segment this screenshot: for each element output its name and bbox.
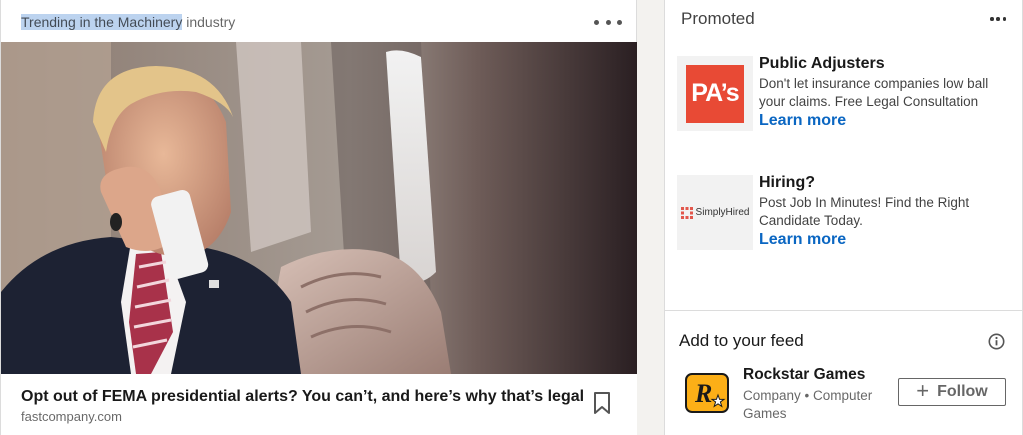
feed-card: Trending in the Machinery industry Opt o…: [0, 0, 637, 435]
add-to-feed-heading: Add to your feed: [679, 331, 804, 350]
article-source: fastcompany.com: [21, 409, 122, 424]
article-image[interactable]: [1, 42, 637, 374]
learn-more-link[interactable]: Learn more: [759, 231, 846, 249]
promoted-more-icon[interactable]: [990, 12, 1006, 26]
simplyhired-mark-icon: [680, 206, 693, 219]
ad-logo[interactable]: PA’s: [677, 56, 753, 131]
suggestion-subtitle: Company • Computer Games: [743, 388, 873, 421]
divider: [665, 310, 1022, 311]
simplyhired-logo: SimplyHired: [680, 206, 750, 219]
ad-logo[interactable]: SimplyHired: [677, 175, 753, 250]
ad-public-adjusters[interactable]: PA’s Public Adjusters Don't let insuranc…: [677, 55, 1012, 135]
article-photo: [1, 42, 637, 374]
article-title[interactable]: Opt out of FEMA presidential alerts? You…: [21, 388, 591, 406]
ad-description: Post Job In Minutes! Find the Right Cand…: [759, 195, 970, 228]
bookmark-icon[interactable]: [592, 391, 612, 415]
trending-highlighted-text: Trending in the Machinery: [21, 14, 183, 30]
article-footer[interactable]: Opt out of FEMA presidential alerts? You…: [1, 374, 637, 435]
ad-simplyhired[interactable]: SimplyHired Hiring? Post Job In Minutes!…: [677, 174, 1012, 254]
info-icon[interactable]: [988, 333, 1005, 350]
simplyhired-logo-text: SimplyHired: [695, 207, 750, 218]
follow-button[interactable]: + Follow: [898, 378, 1006, 406]
ad-description: Don't let insurance companies low ball y…: [759, 76, 989, 109]
trending-label: Trending in the Machinery industry: [21, 14, 235, 30]
ad-name[interactable]: Public Adjusters: [759, 55, 885, 73]
rockstar-logo[interactable]: R: [685, 373, 729, 413]
right-rail: Promoted PA’s Public Adjusters Don't let…: [664, 0, 1023, 435]
follow-button-label: Follow: [937, 383, 988, 400]
plus-icon: +: [916, 378, 930, 403]
page: Trending in the Machinery industry Opt o…: [0, 0, 1023, 435]
ad-name[interactable]: Hiring?: [759, 174, 815, 192]
learn-more-link[interactable]: Learn more: [759, 112, 846, 130]
trending-industry-text: industry: [182, 14, 236, 30]
rockstar-logo-letter: R: [694, 379, 712, 408]
card-header: Trending in the Machinery industry: [1, 0, 636, 42]
more-options-icon[interactable]: [594, 12, 622, 32]
suggestion-name[interactable]: Rockstar Games: [743, 366, 865, 384]
promoted-heading: Promoted: [681, 9, 755, 28]
pa-logo: PA’s: [686, 64, 744, 123]
